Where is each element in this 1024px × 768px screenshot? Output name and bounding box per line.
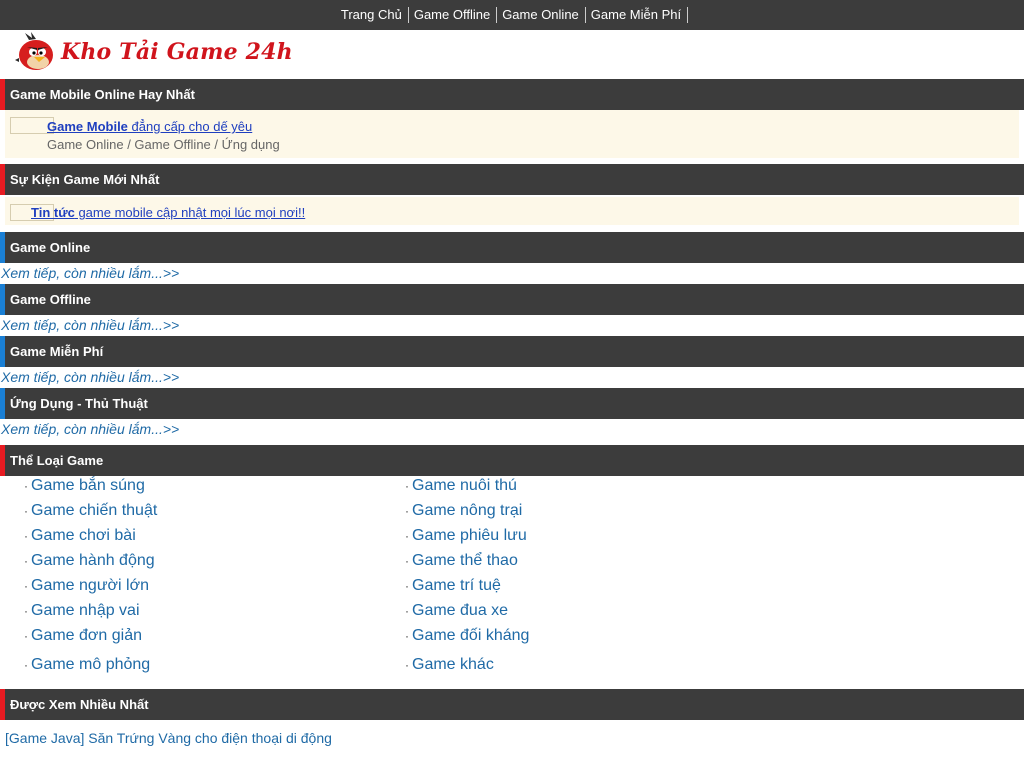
featured-events-text: game mobile cập nhật mọi lúc mọi nơi!! <box>74 205 306 220</box>
category-item[interactable]: Game mô phỏng <box>31 656 150 674</box>
section-header-mobile-online: Game Mobile Online Hay Nhất <box>0 79 1024 110</box>
most-viewed-item-link[interactable]: [Game Java] Săn Trứng Vàng cho điện thoạ… <box>5 730 332 746</box>
featured-mobile-online-link[interactable]: Game Mobile đẳng cấp cho dế yêu <box>47 119 252 134</box>
featured-mobile-online: Game Mobile đẳng cấp cho dế yêu Game Onl… <box>5 110 1019 158</box>
category-item[interactable]: Game đua xe <box>412 602 508 620</box>
nav-item-game-free[interactable]: Game Miễn Phí <box>586 7 689 23</box>
nav-item-home[interactable]: Trang Chủ <box>336 7 409 23</box>
category-item[interactable]: Game đối kháng <box>412 627 529 645</box>
nav-item-game-offline[interactable]: Game Offline <box>409 7 498 23</box>
featured-breadcrumb: Game Online / Game Offline / Ứng dụng <box>47 137 280 152</box>
nav-item-game-online[interactable]: Game Online <box>497 7 586 23</box>
featured-mobile-online-text: đẳng cấp cho dế yêu <box>127 119 253 134</box>
more-link-game-online[interactable]: Xem tiếp, còn nhiều lắm...>> <box>1 265 179 281</box>
angry-bird-logo-icon <box>15 32 53 70</box>
list-bullet: · <box>405 529 409 543</box>
section-header-game-free: Game Miễn Phí <box>0 336 1024 367</box>
featured-events-link[interactable]: Tin tức game mobile cập nhật mọi lúc mọi… <box>31 205 305 220</box>
list-bullet: · <box>405 604 409 618</box>
list-bullet: · <box>405 579 409 593</box>
section-header-game-offline: Game Offline <box>0 284 1024 315</box>
more-link-game-offline[interactable]: Xem tiếp, còn nhiều lắm...>> <box>1 317 179 333</box>
category-item[interactable]: Game nông trại <box>412 502 522 520</box>
section-header-categories: Thể Loại Game <box>0 445 1024 476</box>
section-header-game-online: Game Online <box>0 232 1024 263</box>
category-item[interactable]: Game người lớn <box>31 577 149 595</box>
list-bullet: · <box>24 554 28 568</box>
featured-mobile-online-bold: Game Mobile <box>47 119 128 134</box>
list-bullet: · <box>24 579 28 593</box>
list-bullet: · <box>24 529 28 543</box>
category-item[interactable]: Game đơn giản <box>31 627 142 645</box>
category-item[interactable]: Game khác <box>412 656 494 674</box>
featured-events-bold: Tin tức <box>31 205 75 220</box>
category-item[interactable]: Game nhập vai <box>31 602 140 620</box>
site-logo-text: Kho Tải Game 24h <box>61 39 293 65</box>
list-bullet: · <box>405 658 409 672</box>
category-item[interactable]: Game bắn súng <box>31 477 145 495</box>
category-item[interactable]: Game phiêu lưu <box>412 527 527 545</box>
list-bullet: · <box>24 658 28 672</box>
list-bullet: · <box>24 504 28 518</box>
list-bullet: · <box>405 554 409 568</box>
section-header-apps: Ứng Dụng - Thủ Thuật <box>0 388 1024 419</box>
list-bullet: · <box>405 504 409 518</box>
section-header-most-viewed: Được Xem Nhiều Nhất <box>0 689 1024 720</box>
site-logo[interactable]: Kho Tải Game 24h <box>15 31 293 73</box>
list-bullet: · <box>24 629 28 643</box>
top-navigation: Trang Chủ Game Offline Game Online Game … <box>0 0 1024 30</box>
list-bullet: · <box>405 479 409 493</box>
list-bullet: · <box>24 479 28 493</box>
category-item[interactable]: Game thể thao <box>412 552 518 570</box>
more-link-apps[interactable]: Xem tiếp, còn nhiều lắm...>> <box>1 421 179 437</box>
list-bullet: · <box>405 629 409 643</box>
more-link-game-free[interactable]: Xem tiếp, còn nhiều lắm...>> <box>1 369 179 385</box>
category-item[interactable]: Game chiến thuật <box>31 502 157 520</box>
category-item[interactable]: Game chơi bài <box>31 527 136 545</box>
category-item[interactable]: Game nuôi thú <box>412 477 517 495</box>
category-item[interactable]: Game hành động <box>31 552 155 570</box>
list-bullet: · <box>24 604 28 618</box>
featured-events: Tin tức game mobile cập nhật mọi lúc mọi… <box>5 197 1019 225</box>
category-item[interactable]: Game trí tuệ <box>412 577 501 595</box>
section-header-events: Sự Kiện Game Mới Nhất <box>0 164 1024 195</box>
